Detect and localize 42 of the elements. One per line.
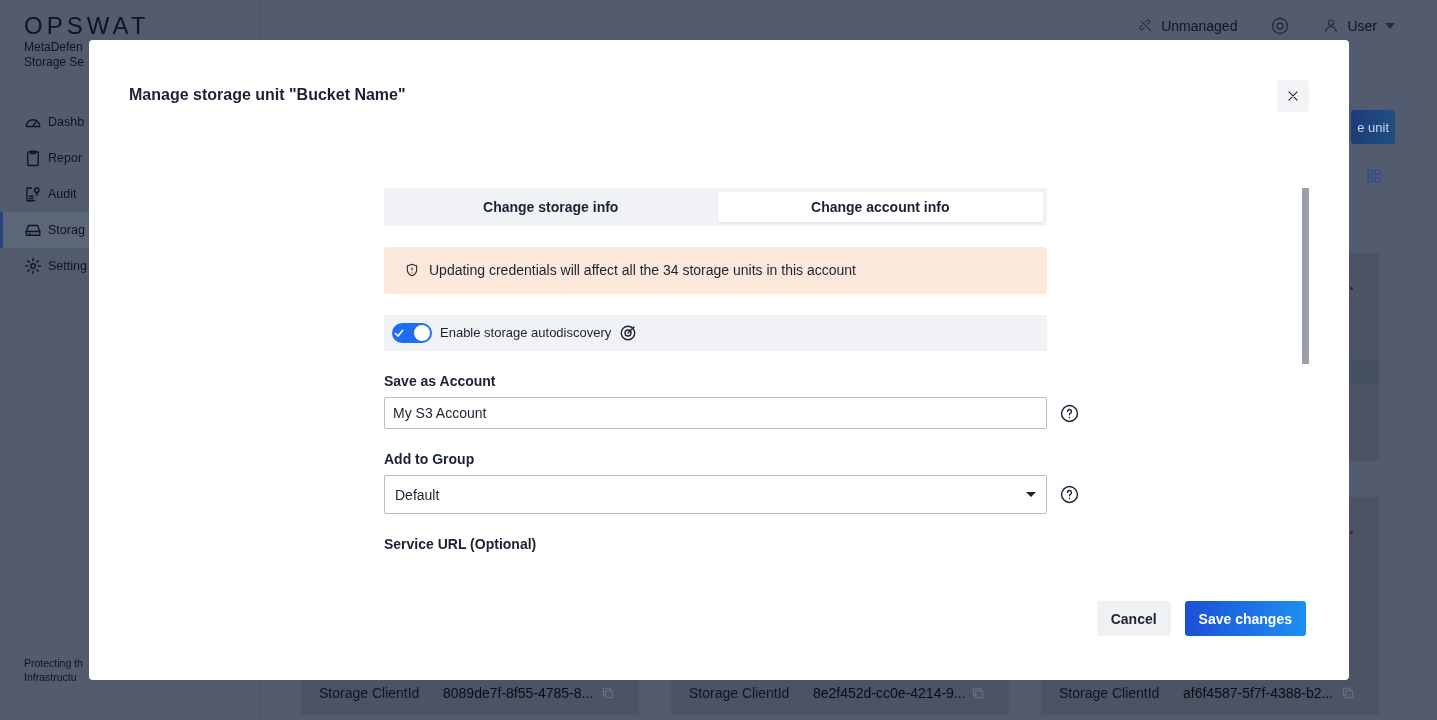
document-search-icon (24, 185, 42, 203)
grid-icon (1366, 168, 1382, 184)
close-button[interactable] (1277, 80, 1309, 112)
warning-text: Updating credentials will affect all the 34 storage units in this account (429, 262, 856, 279)
field-label: Storage ClientId (319, 685, 421, 701)
input-field[interactable]: My S3 Account (384, 397, 1047, 429)
footer-text: Protecting th Infrastructu (23, 656, 84, 684)
tab[interactable]: Change storage info (388, 192, 714, 222)
close-icon (1286, 89, 1300, 103)
field-label: Add to Group (384, 451, 476, 469)
target-icon (619, 323, 638, 342)
field-value: 8e2f452d-cc0e-4214-9... (813, 685, 967, 701)
check-icon (394, 328, 404, 337)
cancel-button[interactable]: Cancel (1096, 601, 1171, 636)
unlink-icon (1139, 19, 1154, 33)
modal-title: Manage storage unit "Bucket Name" (129, 86, 406, 104)
copy-icon (1341, 686, 1355, 700)
logo: OPSWAT (24, 12, 150, 40)
group-select[interactable]: Default (384, 475, 1047, 514)
user-icon (1323, 18, 1340, 34)
toggle-label: Enable storage autodiscovery (440, 325, 612, 341)
shield-icon (405, 263, 419, 278)
caret-icon (1026, 492, 1036, 497)
add-unit-button[interactable]: e unit (1351, 110, 1395, 144)
settings-icon (24, 257, 42, 275)
copy-icon (971, 686, 985, 700)
field-label: Service URL (Optional) (384, 536, 538, 554)
copy-icon (601, 686, 615, 700)
tab[interactable]: Change account info (717, 192, 1043, 222)
field-label: Storage ClientId (1059, 685, 1161, 701)
product-name: MetaDefen (23, 40, 84, 55)
save-button[interactable]: Save changes (1184, 601, 1306, 636)
scrollbar[interactable] (1302, 188, 1309, 364)
toggle-switch[interactable] (392, 322, 432, 343)
mode-label: Unmanaged (1161, 18, 1238, 34)
field-value: 8089de7f-8f55-4785-8... (443, 685, 595, 701)
field-label: Storage ClientId (689, 685, 791, 701)
product-name: Storage Se (23, 55, 86, 70)
field-value: af6f4587-5f7f-4388-b2... (1183, 685, 1335, 701)
clipboard-icon (24, 149, 42, 167)
caret-icon (1385, 23, 1395, 29)
field-label: Save as Account (384, 373, 497, 391)
